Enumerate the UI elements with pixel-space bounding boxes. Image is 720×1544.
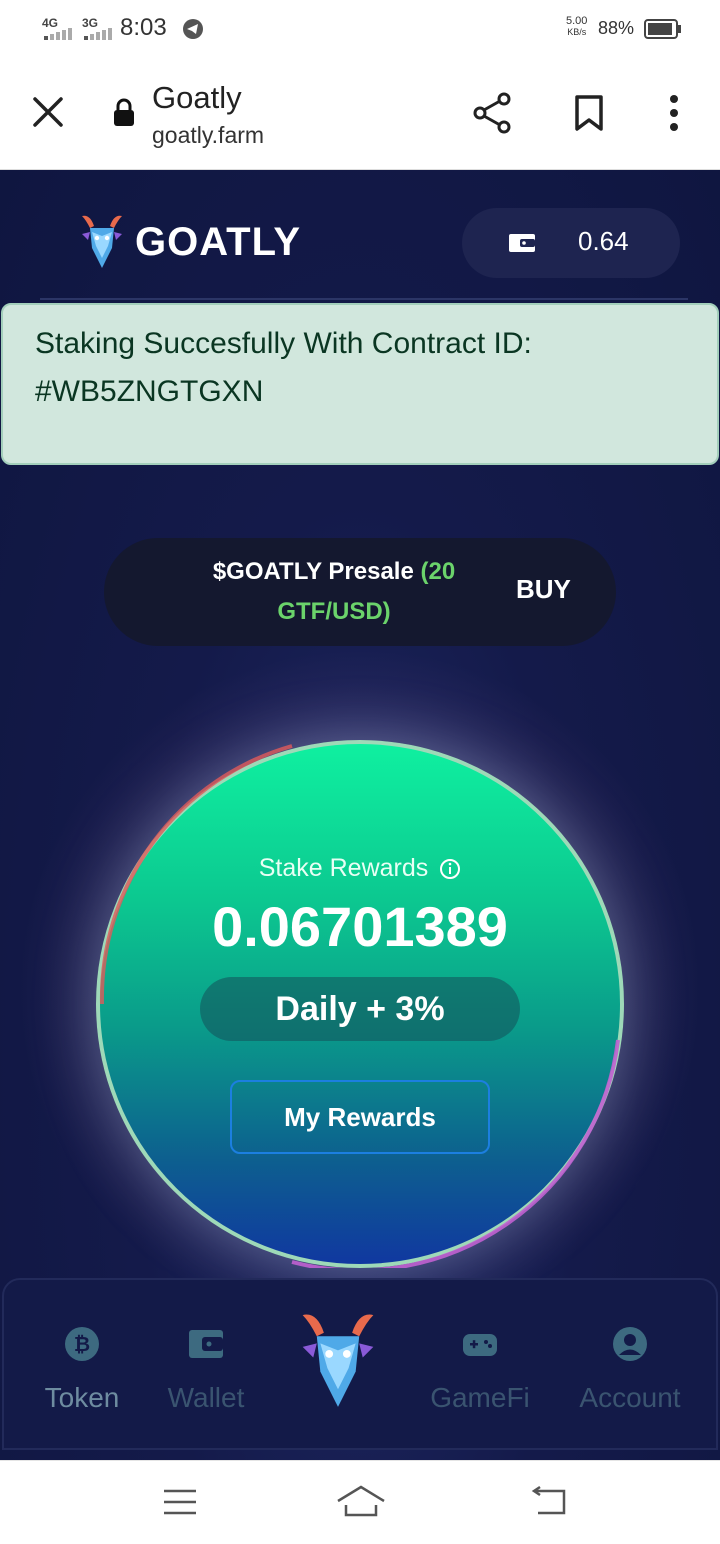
back-icon[interactable] xyxy=(530,1485,568,1517)
menu-icon[interactable] xyxy=(162,1487,198,1517)
bottom-navigation: ₿ Token Wallet GameFi Account xyxy=(2,1278,718,1450)
buy-button[interactable]: BUY xyxy=(516,574,571,605)
battery-percent: 88% xyxy=(598,18,635,38)
close-icon[interactable] xyxy=(32,96,64,128)
page-title: Goatly xyxy=(152,80,242,115)
network-speed: 5.00 KB/s xyxy=(566,16,587,38)
nav-label-wallet: Wallet xyxy=(167,1382,245,1413)
gamepad-icon xyxy=(463,1334,497,1356)
success-alert: Staking Succesfully With Contract ID: #W… xyxy=(1,303,719,465)
speed-unit: KB/s xyxy=(567,27,587,37)
home-icon[interactable] xyxy=(336,1483,386,1519)
signal-icon xyxy=(84,28,112,40)
svg-text:₿: ₿ xyxy=(74,1334,90,1356)
status-bar: 4G 3G 8:03 5.00 KB/s 88% xyxy=(0,0,720,60)
share-icon[interactable] xyxy=(472,92,512,134)
nav-item-token[interactable]: ₿ Token xyxy=(12,1280,152,1452)
alert-contract-id: #WB5ZNGTGXN xyxy=(35,375,264,408)
account-icon xyxy=(613,1327,647,1361)
signal-icon xyxy=(44,28,72,40)
nav-item-wallet[interactable]: Wallet xyxy=(136,1280,276,1452)
bookmark-icon[interactable] xyxy=(574,94,604,132)
browser-toolbar: Goatly goatly.farm xyxy=(0,60,720,170)
wallet-icon xyxy=(189,1330,223,1358)
lock-icon xyxy=(114,98,134,126)
nav-item-account[interactable]: Account xyxy=(560,1280,700,1452)
presale-label: $GOATLY Presale xyxy=(212,558,414,585)
goat-logo-icon[interactable] xyxy=(292,1308,384,1414)
wallet-icon xyxy=(509,234,535,252)
page-url[interactable]: goatly.farm xyxy=(152,122,264,149)
nav-label-account: Account xyxy=(579,1382,681,1413)
wallet-balance-button[interactable]: 0.64 xyxy=(462,208,680,278)
telegram-icon xyxy=(183,19,203,39)
coin-icon: ₿ xyxy=(65,1327,99,1361)
more-options-icon[interactable] xyxy=(664,94,684,132)
goat-logo-icon[interactable] xyxy=(76,212,128,272)
brand-name: GOATLY xyxy=(135,220,302,264)
speed-value: 5.00 xyxy=(566,15,588,27)
clock: 8:03 xyxy=(120,14,167,41)
web-page: GOATLY 0.64 Staking Succesfully With Con… xyxy=(0,170,720,1460)
progress-ring xyxy=(99,744,620,1268)
nav-item-gamefi[interactable]: GameFi xyxy=(410,1280,550,1452)
nav-label-token: Token xyxy=(44,1382,120,1413)
system-navigation-bar xyxy=(0,1460,720,1544)
wallet-balance: 0.64 xyxy=(578,226,629,256)
header-divider xyxy=(40,298,688,300)
nav-label-gamefi: GameFi xyxy=(430,1382,530,1413)
alert-message: Staking Succesfully With Contract ID: xyxy=(35,327,532,360)
battery-icon xyxy=(644,19,681,39)
